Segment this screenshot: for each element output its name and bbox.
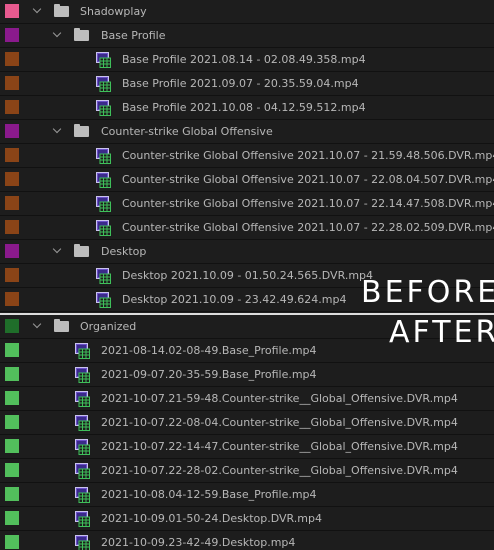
clip-name: 2021-10-07.22-08-04.Counter-strike__Glob… bbox=[101, 416, 458, 429]
label-color-swatch[interactable] bbox=[5, 52, 19, 66]
clip-name: Desktop 2021.10.09 - 01.50.24.565.DVR.mp… bbox=[122, 269, 374, 282]
folder-icon bbox=[74, 28, 89, 41]
clip-row[interactable]: Base Profile 2021.09.07 - 20.35.59.04.mp… bbox=[0, 72, 494, 96]
clip-name: Counter-strike Global Offensive 2021.10.… bbox=[122, 149, 494, 162]
label-color-swatch[interactable] bbox=[5, 487, 19, 501]
video-clip-icon bbox=[96, 76, 111, 92]
video-clip-icon bbox=[96, 292, 111, 308]
label-color-swatch[interactable] bbox=[5, 196, 19, 210]
label-color-swatch[interactable] bbox=[5, 463, 19, 477]
label-color-swatch[interactable] bbox=[5, 76, 19, 90]
video-clip-icon bbox=[96, 52, 111, 68]
label-color-swatch[interactable] bbox=[5, 292, 19, 306]
clip-name: Desktop 2021.10.09 - 23.42.49.624.mp4 bbox=[122, 293, 347, 306]
clip-row[interactable]: 2021-10-07.22-08-04.Counter-strike__Glob… bbox=[0, 411, 494, 435]
bin-row[interactable]: Counter-strike Global Offensive bbox=[0, 120, 494, 144]
clip-row[interactable]: 2021-10-09.01-50-24.Desktop.DVR.mp4 bbox=[0, 507, 494, 531]
label-color-swatch[interactable] bbox=[5, 511, 19, 525]
clip-row[interactable]: 2021-10-07.22-28-02.Counter-strike__Glob… bbox=[0, 459, 494, 483]
bin-row[interactable]: Shadowplay bbox=[0, 0, 494, 24]
clip-row[interactable]: Counter-strike Global Offensive 2021.10.… bbox=[0, 144, 494, 168]
bin-row[interactable]: Base Profile bbox=[0, 24, 494, 48]
label-color-swatch[interactable] bbox=[5, 367, 19, 381]
clip-row[interactable]: 2021-10-07.22-14-47.Counter-strike__Glob… bbox=[0, 435, 494, 459]
clip-name: Counter-strike Global Offensive 2021.10.… bbox=[122, 197, 494, 210]
chevron-down-icon[interactable] bbox=[52, 124, 62, 134]
folder-icon bbox=[74, 124, 89, 137]
video-clip-icon bbox=[96, 220, 111, 236]
clip-row[interactable]: Counter-strike Global Offensive 2021.10.… bbox=[0, 168, 494, 192]
clip-name: 2021-10-07.21-59-48.Counter-strike__Glob… bbox=[101, 392, 458, 405]
bin-row[interactable]: Desktop bbox=[0, 240, 494, 264]
clip-name: 2021-08-14.02-08-49.Base_Profile.mp4 bbox=[101, 344, 317, 357]
clip-name: Base Profile 2021.10.08 - 04.12.59.512.m… bbox=[122, 101, 366, 114]
clip-row[interactable]: Base Profile 2021.10.08 - 04.12.59.512.m… bbox=[0, 96, 494, 120]
video-clip-icon bbox=[96, 196, 111, 212]
after-label: AFTER bbox=[389, 315, 494, 350]
label-color-swatch[interactable] bbox=[5, 535, 19, 549]
label-color-swatch[interactable] bbox=[5, 391, 19, 405]
label-color-swatch[interactable] bbox=[5, 343, 19, 357]
label-color-swatch[interactable] bbox=[5, 319, 19, 333]
video-clip-icon bbox=[75, 343, 90, 359]
label-color-swatch[interactable] bbox=[5, 148, 19, 162]
label-color-swatch[interactable] bbox=[5, 268, 19, 282]
clip-name: 2021-10-09.01-50-24.Desktop.DVR.mp4 bbox=[101, 512, 322, 525]
clip-row[interactable]: 2021-10-07.21-59-48.Counter-strike__Glob… bbox=[0, 387, 494, 411]
clip-row[interactable]: 2021-10-09.23-42-49.Desktop.mp4 bbox=[0, 531, 494, 550]
video-clip-icon bbox=[75, 415, 90, 431]
chevron-down-icon[interactable] bbox=[52, 28, 62, 38]
bin-name: Desktop bbox=[101, 245, 147, 258]
video-clip-icon bbox=[96, 100, 111, 116]
chevron-down-icon[interactable] bbox=[32, 4, 42, 14]
video-clip-icon bbox=[96, 268, 111, 284]
video-clip-icon bbox=[75, 367, 90, 383]
label-color-swatch[interactable] bbox=[5, 4, 19, 18]
clip-row[interactable]: Counter-strike Global Offensive 2021.10.… bbox=[0, 192, 494, 216]
clip-row[interactable]: Counter-strike Global Offensive 2021.10.… bbox=[0, 216, 494, 240]
label-color-swatch[interactable] bbox=[5, 415, 19, 429]
video-clip-icon bbox=[75, 391, 90, 407]
chevron-down-icon[interactable] bbox=[32, 319, 42, 329]
chevron-down-icon[interactable] bbox=[52, 244, 62, 254]
label-color-swatch[interactable] bbox=[5, 172, 19, 186]
clip-row[interactable]: 2021-09-07.20-35-59.Base_Profile.mp4 bbox=[0, 363, 494, 387]
video-clip-icon bbox=[75, 487, 90, 503]
label-color-swatch[interactable] bbox=[5, 220, 19, 234]
clip-name: 2021-09-07.20-35-59.Base_Profile.mp4 bbox=[101, 368, 317, 381]
bin-name: Shadowplay bbox=[80, 5, 147, 18]
label-color-swatch[interactable] bbox=[5, 244, 19, 258]
video-clip-icon bbox=[75, 463, 90, 479]
label-color-swatch[interactable] bbox=[5, 439, 19, 453]
clip-name: Counter-strike Global Offensive 2021.10.… bbox=[122, 221, 494, 234]
video-clip-icon bbox=[75, 439, 90, 455]
label-color-swatch[interactable] bbox=[5, 100, 19, 114]
clip-row[interactable]: 2021-10-08.04-12-59.Base_Profile.mp4 bbox=[0, 483, 494, 507]
label-color-swatch[interactable] bbox=[5, 28, 19, 42]
clip-name: Base Profile 2021.09.07 - 20.35.59.04.mp… bbox=[122, 77, 359, 90]
bin-name: Counter-strike Global Offensive bbox=[101, 125, 273, 138]
clip-name: Base Profile 2021.08.14 - 02.08.49.358.m… bbox=[122, 53, 366, 66]
bin-name: Organized bbox=[80, 320, 137, 333]
clip-row[interactable]: Base Profile 2021.08.14 - 02.08.49.358.m… bbox=[0, 48, 494, 72]
folder-icon bbox=[54, 4, 69, 17]
folder-icon bbox=[54, 319, 69, 332]
clip-name: 2021-10-07.22-28-02.Counter-strike__Glob… bbox=[101, 464, 458, 477]
bin-name: Base Profile bbox=[101, 29, 166, 42]
video-clip-icon bbox=[96, 148, 111, 164]
clip-name: 2021-10-08.04-12-59.Base_Profile.mp4 bbox=[101, 488, 317, 501]
label-color-swatch[interactable] bbox=[5, 124, 19, 138]
clip-name: 2021-10-07.22-14-47.Counter-strike__Glob… bbox=[101, 440, 458, 453]
project-panel: Shadowplay Base Profile Base Profile 2021.… bbox=[0, 0, 494, 550]
video-clip-icon bbox=[75, 511, 90, 527]
before-label: BEFORE bbox=[361, 275, 494, 310]
folder-icon bbox=[74, 244, 89, 257]
clip-name: Counter-strike Global Offensive 2021.10.… bbox=[122, 173, 494, 186]
video-clip-icon bbox=[96, 172, 111, 188]
clip-name: 2021-10-09.23-42-49.Desktop.mp4 bbox=[101, 536, 296, 549]
video-clip-icon bbox=[75, 535, 90, 550]
